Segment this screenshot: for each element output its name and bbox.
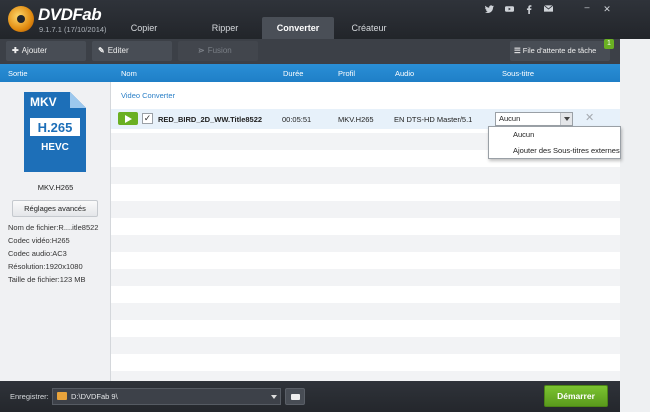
dvdfab-logo-icon bbox=[8, 6, 34, 32]
edit-icon: ✎ bbox=[98, 46, 105, 55]
title-duration: 00:05:51 bbox=[282, 115, 312, 124]
facebook-icon[interactable] bbox=[524, 5, 534, 16]
footer-bar: Enregistrer: D:\DVDFab 9\ Démarrer bbox=[0, 381, 620, 412]
mail-icon[interactable] bbox=[543, 4, 553, 14]
column-duree[interactable]: Durée bbox=[283, 69, 303, 78]
title-profile: MKV.H265 bbox=[338, 115, 374, 124]
info-filename: Nom de fichier:R....itle8522 bbox=[8, 223, 99, 232]
dropdown-item-add-external[interactable]: Ajouter des Sous-titres externes bbox=[489, 143, 620, 159]
queue-label: File d'attente de tâche bbox=[522, 46, 597, 55]
codec-text: H.265 bbox=[38, 120, 73, 135]
add-label: Ajouter bbox=[21, 46, 48, 55]
chevron-down-icon[interactable] bbox=[271, 395, 277, 399]
column-profil[interactable]: Profil bbox=[338, 69, 355, 78]
merge-label: Fusion bbox=[207, 46, 232, 55]
info-filesize: Taille de fichier:123 MB bbox=[8, 275, 86, 284]
column-sortie: Sortie bbox=[8, 69, 28, 78]
add-button[interactable]: ✚ Ajouter bbox=[6, 41, 86, 61]
queue-count-badge: 1 bbox=[604, 39, 614, 49]
dropdown-item-none[interactable]: Aucun bbox=[489, 127, 620, 143]
minimize-icon[interactable]: – bbox=[582, 2, 592, 12]
remove-icon[interactable]: ✕ bbox=[585, 112, 594, 125]
tab-ripper[interactable]: Ripper bbox=[190, 17, 260, 39]
column-audio[interactable]: Audio bbox=[395, 69, 414, 78]
tab-createur[interactable]: Créateur bbox=[334, 17, 404, 39]
title-audio[interactable]: EN DTS-HD Master/5.1 bbox=[394, 115, 472, 124]
toolbar: ✚ Ajouter ✎ Editer ⋗ Fusion ☰ File d'attente… bbox=[0, 39, 620, 64]
subtitle-selected-value: Aucun bbox=[499, 114, 521, 123]
save-label: Enregistrer: bbox=[10, 392, 49, 401]
start-button[interactable]: Démarrer bbox=[544, 385, 608, 407]
output-path-select[interactable]: D:\DVDFab 9\ bbox=[52, 388, 281, 405]
info-audio-codec: Codec audio:AC3 bbox=[8, 249, 67, 258]
subtitle-select[interactable]: Aucun bbox=[495, 112, 573, 126]
merge-button[interactable]: ⋗ Fusion bbox=[178, 41, 258, 61]
subtitle-dropdown-menu: Aucun Ajouter des Sous-titres externes bbox=[488, 126, 621, 159]
queue-list-icon: ☰ bbox=[514, 46, 521, 55]
chevron-down-icon[interactable] bbox=[560, 113, 572, 125]
edit-label: Editer bbox=[107, 46, 129, 55]
column-nom[interactable]: Nom bbox=[121, 69, 137, 78]
merge-icon: ⋗ bbox=[198, 46, 205, 55]
task-queue-button[interactable]: ☰ File d'attente de tâche bbox=[510, 41, 610, 61]
mkv-file-icon[interactable]: MKV H.265 HEVC bbox=[24, 92, 86, 172]
plus-icon: ✚ bbox=[12, 46, 19, 55]
tab-copier[interactable]: Copier bbox=[112, 17, 176, 39]
title-checkbox[interactable]: ✓ bbox=[142, 113, 153, 124]
column-header-bar: Sortie Nom Durée Profil Audio Sous-titre bbox=[0, 64, 620, 82]
play-icon[interactable] bbox=[118, 112, 138, 125]
title-name: RED_BIRD_2D_WW.Title8522 bbox=[158, 115, 263, 124]
right-panel bbox=[620, 39, 650, 412]
section-label: Video Converter bbox=[121, 91, 176, 100]
column-sous-titre[interactable]: Sous-titre bbox=[502, 69, 534, 78]
info-video-codec: Codec vidéo:H265 bbox=[8, 236, 70, 245]
brand-name: DVDFab bbox=[38, 5, 102, 24]
close-icon[interactable]: ✕ bbox=[602, 4, 612, 15]
youtube-icon[interactable] bbox=[504, 5, 514, 15]
output-path-value: D:\DVDFab 9\ bbox=[71, 392, 118, 401]
folder-icon bbox=[57, 392, 67, 400]
title-bar: DVDFab 9.1.7.1 (17/10/2014) Copier Rippe… bbox=[0, 0, 650, 39]
info-resolution: Résolution:1920x1080 bbox=[8, 262, 83, 271]
app-window: DVDFab 9.1.7.1 (17/10/2014) Copier Rippe… bbox=[0, 0, 650, 412]
output-sidebar: MKV H.265 HEVC MKV.H265 Réglages avancés… bbox=[0, 82, 111, 381]
browse-folder-button[interactable] bbox=[285, 388, 305, 405]
advanced-settings-button[interactable]: Réglages avancés bbox=[12, 200, 98, 217]
twitter-icon[interactable] bbox=[484, 5, 494, 15]
file-format-text: MKV bbox=[30, 95, 57, 109]
tab-converter[interactable]: Converter bbox=[262, 17, 334, 39]
codec-sub-text: HEVC bbox=[41, 142, 69, 153]
profile-name: MKV.H265 bbox=[37, 183, 74, 192]
version-label: 9.1.7.1 (17/10/2014) bbox=[39, 25, 107, 34]
edit-button[interactable]: ✎ Editer bbox=[92, 41, 172, 61]
